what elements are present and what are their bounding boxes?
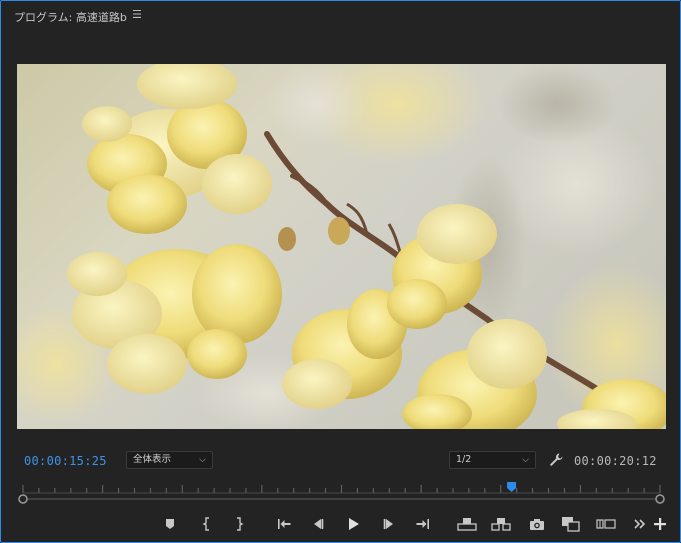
chevron-down-icon: ⌵ — [522, 455, 529, 465]
go-to-in-icon — [278, 519, 291, 529]
more-controls-icon — [634, 519, 646, 529]
duration-timecode: 00:00:20:12 — [574, 454, 657, 468]
add-marker-button[interactable] — [160, 514, 180, 534]
current-timecode[interactable]: 00:00:15:25 — [24, 454, 107, 468]
mark-out-button[interactable] — [229, 514, 249, 534]
comparison-view-icon — [562, 517, 580, 532]
chevron-down-icon: ⌵ — [199, 455, 206, 465]
step-forward-button[interactable] — [379, 514, 399, 534]
extract-icon — [491, 518, 511, 531]
step-back-button[interactable] — [308, 514, 328, 534]
play-icon — [349, 518, 359, 530]
add-button[interactable] — [650, 514, 670, 534]
playback-resolution-select[interactable]: 1/2 ⌵ — [449, 451, 536, 469]
panel-menu-icon[interactable]: ☰ — [132, 8, 142, 21]
settings-wrench-icon[interactable] — [548, 452, 564, 468]
export-frame-icon — [530, 518, 544, 530]
step-back-icon — [314, 519, 324, 529]
go-to-out-icon — [416, 519, 429, 529]
go-to-in-button[interactable] — [274, 514, 294, 534]
add-marker-icon — [166, 519, 174, 529]
zoom-scroll-right-handle[interactable] — [655, 494, 665, 504]
zoom-scroll-bar[interactable] — [17, 493, 666, 505]
step-forward-icon — [383, 519, 393, 529]
vr-video-button[interactable] — [596, 514, 616, 534]
lift-icon — [457, 518, 477, 531]
zoom-level-value: 全体表示 — [133, 454, 172, 465]
zoom-scroll-left-handle[interactable] — [18, 494, 28, 504]
go-to-out-button[interactable] — [413, 514, 433, 534]
mark-in-icon — [202, 517, 209, 531]
ruler-ticks — [22, 485, 661, 494]
extract-button[interactable] — [491, 514, 511, 534]
mark-in-button[interactable] — [197, 514, 217, 534]
mark-out-icon — [237, 517, 244, 531]
comparison-view-button[interactable] — [561, 514, 581, 534]
panel-title[interactable]: プログラム: 高速道路b — [14, 9, 127, 25]
play-button[interactable] — [343, 514, 363, 534]
program-monitor-panel: プログラム: 高速道路b ☰ 00:00:15:25 全体表示 ⌵ 1/2 ⌵ … — [0, 0, 681, 543]
video-preview[interactable] — [17, 64, 666, 429]
playback-resolution-value: 1/2 — [456, 454, 472, 465]
playhead[interactable] — [507, 482, 517, 492]
vr-video-icon — [596, 519, 616, 529]
panel-header: プログラム: 高速道路b ☰ — [1, 1, 680, 31]
add-button-icon — [654, 518, 666, 530]
lift-button[interactable] — [457, 514, 477, 534]
export-frame-button[interactable] — [527, 514, 547, 534]
more-controls-button[interactable] — [630, 514, 650, 534]
zoom-level-select[interactable]: 全体表示 ⌵ — [126, 451, 213, 469]
